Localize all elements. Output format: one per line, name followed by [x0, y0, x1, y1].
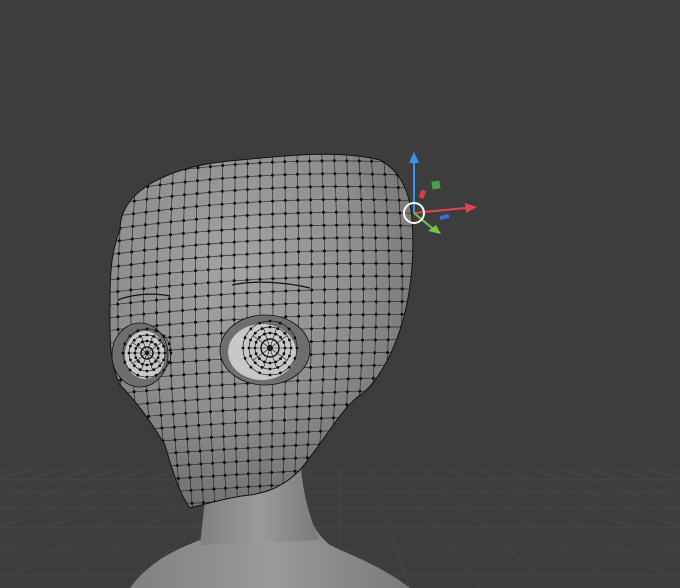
plane-handle-yz[interactable]	[418, 189, 427, 199]
plane-handle-xz[interactable]	[431, 180, 441, 190]
arrow-up-icon[interactable]	[409, 152, 419, 163]
transform-gizmo[interactable]	[403, 152, 477, 234]
viewport-canvas[interactable]	[0, 0, 680, 588]
3d-viewport[interactable]	[0, 0, 680, 588]
plane-handle-xy[interactable]	[439, 213, 450, 220]
x-axis-line	[413, 207, 467, 214]
arrow-right-icon[interactable]	[465, 203, 477, 213]
